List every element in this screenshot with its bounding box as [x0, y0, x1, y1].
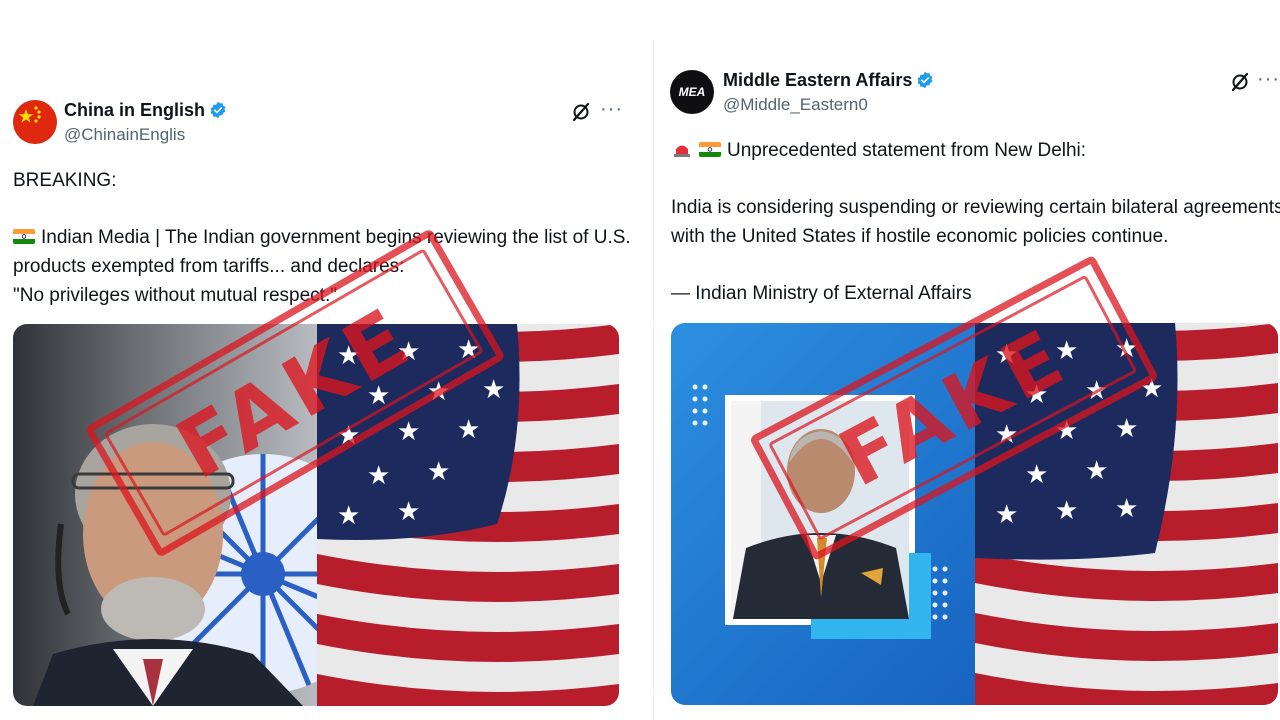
- svg-text:★: ★: [367, 381, 390, 411]
- tweet-text-line-2: Indian Media | The Indian government beg…: [13, 227, 631, 249]
- svg-text:★: ★: [995, 420, 1018, 450]
- portrait-photo: [13, 324, 317, 706]
- svg-text:★: ★: [457, 415, 480, 445]
- tweet-china-in-english[interactable]: China in English @ChinainEnglis ··· BREA…: [0, 88, 640, 720]
- tweet-text-line-4: "No privileges without mutual respect.": [13, 285, 337, 306]
- tweet-text-line-1: BREAKING:: [13, 170, 117, 191]
- grok-icon[interactable]: [571, 102, 591, 122]
- verified-badge-icon: [210, 101, 226, 119]
- avatar[interactable]: [13, 100, 57, 144]
- svg-text:★: ★: [1115, 334, 1138, 364]
- handle[interactable]: @Middle_Eastern0: [723, 95, 868, 115]
- india-flag-icon: [699, 142, 721, 157]
- svg-text:★: ★: [995, 500, 1018, 530]
- svg-text:★: ★: [482, 375, 505, 405]
- avatar[interactable]: MEA: [670, 70, 714, 114]
- svg-text:★: ★: [1055, 336, 1078, 366]
- svg-text:★: ★: [1025, 380, 1048, 410]
- svg-text:★: ★: [337, 421, 360, 451]
- tweet-image[interactable]: ★ ★ ★ ★ ★ ★ ★ ★ ★ ★ ★ ★ ★: [13, 324, 619, 706]
- svg-text:★: ★: [337, 501, 360, 531]
- display-name: China in English: [64, 100, 206, 120]
- tweet-text: Indian Media | The Indian government beg…: [41, 227, 631, 248]
- display-name-link[interactable]: China in English: [64, 100, 227, 121]
- tweet-image[interactable]: ★ ★ ★ ★ ★ ★ ★ ★ ★ ★ ★ ★ ★ ★: [671, 323, 1278, 705]
- svg-text:★: ★: [367, 461, 390, 491]
- svg-text:★: ★: [397, 497, 420, 527]
- china-flag-icon: [13, 100, 57, 144]
- svg-text:★: ★: [1115, 414, 1138, 444]
- display-name-link[interactable]: Middle Eastern Affairs: [723, 70, 934, 91]
- handle[interactable]: @ChinainEnglis: [64, 125, 185, 145]
- tweet-middle-eastern-affairs[interactable]: MEA Middle Eastern Affairs @Middle_Easte…: [654, 58, 1280, 720]
- svg-text:★: ★: [995, 340, 1018, 370]
- svg-text:★: ★: [1055, 416, 1078, 446]
- svg-text:★: ★: [397, 337, 420, 367]
- more-icon[interactable]: ···: [1257, 69, 1280, 89]
- svg-text:★: ★: [1085, 456, 1108, 486]
- grok-icon[interactable]: [1230, 72, 1250, 92]
- tweet-text-line-3: products exempted from tariffs... and de…: [13, 256, 405, 277]
- us-flag-photo: ★ ★ ★ ★ ★ ★ ★ ★ ★ ★ ★ ★ ★: [317, 324, 619, 706]
- svg-text:★: ★: [1025, 460, 1048, 490]
- tweet-text-line-4: — Indian Ministry of External Affairs: [671, 283, 972, 304]
- verified-badge-icon: [917, 71, 933, 89]
- svg-text:★: ★: [1055, 496, 1078, 526]
- svg-text:★: ★: [1140, 374, 1163, 404]
- avatar-logo-text: MEA: [678, 85, 706, 99]
- siren-icon: [671, 142, 693, 157]
- india-flag-icon: [13, 229, 35, 244]
- svg-text:★: ★: [1115, 494, 1138, 524]
- svg-text:★: ★: [427, 377, 450, 407]
- tweet-text: Unprecedented statement from New Delhi:: [727, 140, 1087, 161]
- svg-text:★: ★: [457, 335, 480, 365]
- display-name: Middle Eastern Affairs: [723, 70, 913, 90]
- svg-text:★: ★: [1085, 376, 1108, 406]
- svg-text:★: ★: [337, 341, 360, 371]
- tweet-text-line-1: Unprecedented statement from New Delhi:: [671, 140, 1086, 162]
- more-icon[interactable]: ···: [600, 99, 623, 119]
- portrait-graphic: [671, 323, 975, 705]
- svg-text:★: ★: [427, 457, 450, 487]
- svg-text:★: ★: [397, 417, 420, 447]
- us-flag-photo: ★ ★ ★ ★ ★ ★ ★ ★ ★ ★ ★ ★ ★ ★: [975, 323, 1278, 705]
- tweet-text-line-3: with the United States if hostile econom…: [671, 226, 1169, 247]
- tweet-text-line-2: India is considering suspending or revie…: [671, 197, 1280, 218]
